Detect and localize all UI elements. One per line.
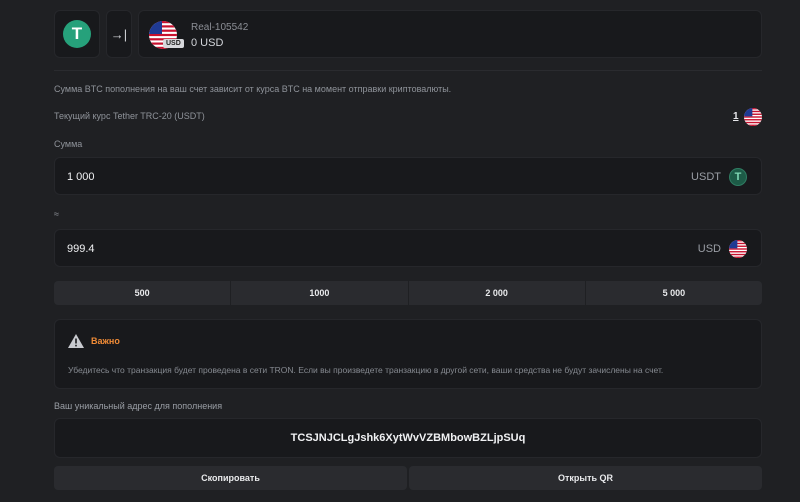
preset-2000-button[interactable]: 2 000 (408, 281, 586, 305)
amount-currency: USDT (691, 171, 721, 183)
account-selector[interactable]: USD Real-105542 0 USD (138, 10, 762, 58)
copy-button[interactable]: Скопировать (54, 466, 407, 490)
us-flag-icon (729, 240, 747, 258)
warning-icon (68, 334, 84, 348)
converted-input[interactable]: 999.4 USD (54, 229, 762, 267)
account-balance: 0 USD (191, 37, 224, 49)
approx-sign: ≈ (54, 209, 59, 219)
preset-1000-button[interactable]: 1000 (231, 281, 409, 305)
tether-icon: T (729, 168, 747, 186)
open-qr-button[interactable]: Открыть QR (409, 466, 762, 490)
us-flag-icon (744, 108, 762, 126)
tether-icon: T (63, 20, 91, 48)
rate-label: Текущий курс Tether TRC-20 (USDT) (54, 111, 205, 121)
currency-selector[interactable]: T (54, 10, 100, 58)
converted-currency: USD (697, 243, 721, 255)
preset-5000-button[interactable]: 5 000 (585, 281, 762, 305)
login-arrow-button[interactable]: →| (106, 10, 132, 58)
preset-amounts: 500 1000 2 000 5 000 (54, 281, 762, 305)
address-label: Ваш уникальный адрес для пополнения (54, 401, 223, 411)
converted-value: 999.4 (67, 243, 95, 255)
amount-label: Сумма (54, 139, 83, 149)
warning-box: Важно Убедитесь что транзакция будет про… (54, 319, 762, 389)
amount-value: 1 000 (67, 171, 95, 183)
account-name: Real-105542 (191, 22, 249, 33)
currency-tag: USD (163, 39, 184, 48)
divider (54, 70, 762, 71)
amount-input[interactable]: 1 000 USDT T (54, 157, 762, 195)
deposit-address[interactable]: TCSJNJCLgJshk6XytWvVZBMbowBZLjpSUq (54, 418, 762, 458)
warning-text: Убедитесь что транзакция будет проведена… (68, 365, 664, 375)
preset-500-button[interactable]: 500 (54, 281, 232, 305)
rate-value: 1 (733, 111, 739, 122)
account-header: T →| USD Real-105542 0 USD (54, 10, 762, 58)
warning-title: Важно (91, 336, 120, 346)
action-buttons: Скопировать Открыть QR (54, 466, 762, 490)
login-arrow-icon: →| (110, 26, 128, 42)
info-text: Сумма BTC пополнения на ваш счет зависит… (54, 84, 452, 94)
